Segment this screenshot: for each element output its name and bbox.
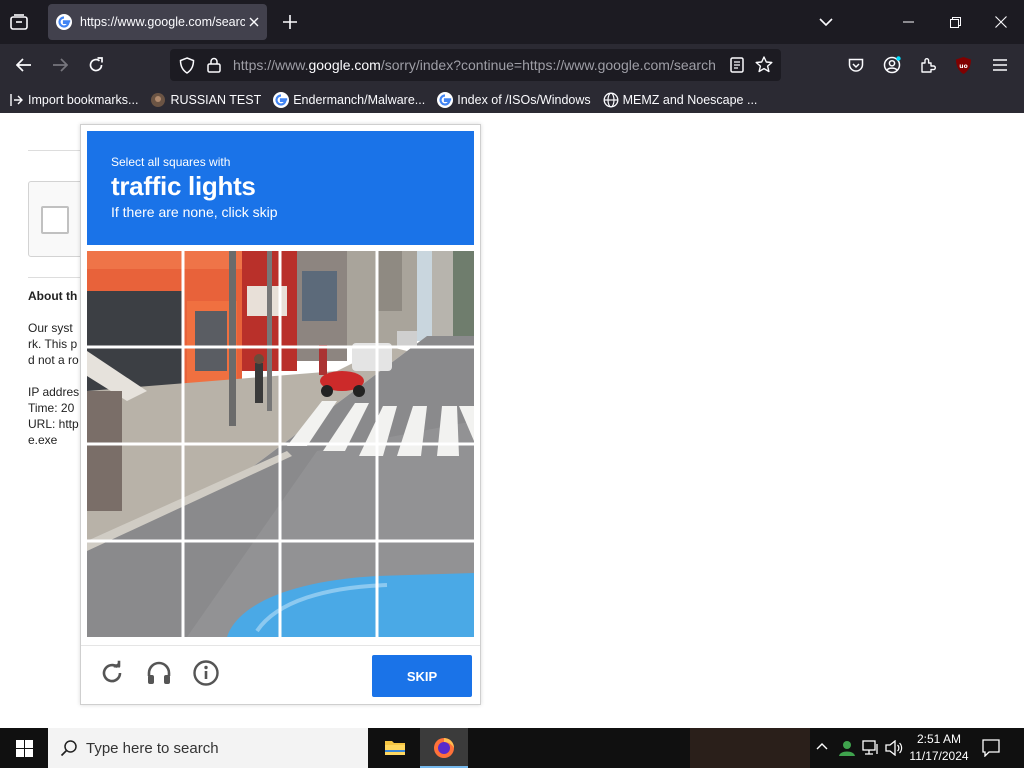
extensions-icon[interactable] — [918, 55, 938, 75]
skip-button[interactable]: SKIP — [372, 655, 472, 697]
recaptcha-anchor-box — [28, 181, 88, 257]
volume-icon[interactable] — [885, 740, 903, 756]
google-icon — [273, 91, 290, 108]
url-text[interactable]: https://www.google.com/sorry/index?conti… — [233, 57, 719, 73]
firefox-icon — [433, 737, 455, 759]
url-domain: google.com — [308, 57, 381, 73]
globe-icon — [603, 92, 619, 108]
shield-icon[interactable] — [179, 57, 195, 74]
page-text-line: Our syst — [28, 321, 73, 335]
start-windows-icon[interactable] — [16, 740, 33, 757]
account-icon[interactable] — [882, 55, 902, 75]
bookmark-star-icon[interactable] — [755, 56, 773, 73]
about-heading: About th — [28, 289, 78, 303]
clock-date: 11/17/2024 — [909, 749, 969, 763]
bookmark-item[interactable]: Endermanch/Malware... — [273, 91, 426, 108]
page-text-line: d not a ro — [28, 353, 79, 367]
minimize-icon[interactable] — [898, 12, 918, 32]
page-text-line: e.exe — [28, 433, 58, 447]
tab-bar: https://www.google.com/searc — [0, 0, 1024, 44]
menu-hamburger-icon[interactable] — [990, 55, 1010, 75]
bookmark-label: Index of /ISOs/Windows — [457, 92, 591, 107]
taskbar-search[interactable]: Type here to search — [48, 728, 368, 768]
navigation-bar: https://www.google.com/sorry/index?conti… — [0, 44, 1024, 86]
challenge-target: traffic lights — [111, 171, 256, 201]
url-suffix: /sorry/index?continue=https://www.google… — [380, 57, 716, 73]
bookmark-item[interactable]: Index of /ISOs/Windows — [437, 91, 591, 108]
page-text-line: IP addres — [28, 385, 80, 399]
recaptcha-challenge: Select all squares with traffic lights I… — [80, 124, 481, 705]
bookmark-label: Import bookmarks... — [28, 92, 139, 107]
user-status-icon[interactable] — [838, 739, 856, 757]
info-icon[interactable] — [193, 660, 219, 686]
list-all-tabs-icon[interactable] — [8, 12, 30, 32]
page-text-line: rk. This p — [28, 337, 78, 351]
bookmark-item[interactable]: MEMZ and Noescape ... — [603, 92, 758, 108]
lock-icon[interactable] — [207, 57, 221, 73]
search-placeholder: Type here to search — [86, 739, 219, 757]
taskbar-background-image — [690, 728, 810, 768]
browser-tab[interactable]: https://www.google.com/searc — [48, 4, 267, 40]
bookmark-label: MEMZ and Noescape ... — [622, 92, 758, 107]
challenge-image-grid — [87, 251, 474, 637]
challenge-header: Select all squares with traffic lights I… — [87, 131, 474, 245]
svg-text:uo: uo — [959, 63, 967, 70]
taskbar-clock[interactable]: 2:51 AM 11/17/2024 — [906, 731, 972, 765]
google-favicon-icon — [56, 14, 72, 30]
firefox-taskbar-button[interactable] — [420, 728, 468, 768]
bookmarks-toolbar: Import bookmarks... RUSSIAN TEST Enderma… — [0, 86, 1024, 113]
clock-time: 2:51 AM — [916, 732, 962, 746]
close-tab-icon[interactable] — [249, 17, 259, 27]
tab-title: https://www.google.com/searc — [80, 15, 245, 29]
challenge-hint: If there are none, click skip — [111, 204, 278, 220]
recaptcha-checkbox[interactable] — [41, 206, 69, 234]
google-icon — [437, 91, 454, 108]
notifications-icon[interactable] — [982, 739, 1000, 757]
bookmark-label: Endermanch/Malware... — [293, 92, 426, 107]
show-hidden-icons-icon[interactable] — [816, 742, 828, 750]
network-icon[interactable] — [862, 740, 880, 756]
close-window-icon[interactable] — [991, 12, 1011, 32]
forward-icon[interactable] — [50, 55, 70, 75]
ublock-origin-icon[interactable]: uo — [953, 55, 973, 75]
address-bar[interactable]: https://www.google.com/sorry/index?conti… — [170, 49, 781, 81]
challenge-footer: SKIP — [81, 645, 480, 705]
challenge-instruction: Select all squares with — [111, 155, 231, 169]
reload-challenge-icon[interactable] — [99, 660, 125, 686]
new-tab-icon[interactable] — [280, 12, 300, 32]
import-icon — [10, 93, 24, 107]
bookmark-item[interactable]: RUSSIAN TEST — [150, 92, 261, 108]
page-text-line: Time: 20 — [28, 401, 75, 415]
audio-challenge-icon[interactable] — [146, 660, 172, 686]
back-icon[interactable] — [14, 55, 34, 75]
bookmark-item[interactable]: Import bookmarks... — [10, 93, 138, 107]
avatar-icon — [150, 92, 166, 108]
pocket-icon[interactable] — [846, 55, 866, 75]
file-explorer-icon[interactable] — [384, 738, 406, 756]
street-scene-image — [87, 251, 474, 637]
chevron-down-icon[interactable] — [816, 12, 836, 32]
divider — [28, 150, 88, 151]
restore-icon[interactable] — [945, 12, 965, 32]
search-icon — [60, 739, 78, 757]
bookmark-label: RUSSIAN TEST — [170, 92, 262, 107]
reload-icon[interactable] — [86, 55, 106, 75]
reader-view-icon[interactable] — [730, 57, 744, 73]
page-text-line: URL: http — [28, 417, 79, 431]
divider — [28, 277, 88, 278]
url-prefix: https://www. — [233, 57, 309, 73]
windows-taskbar: Type here to search 2:51 AM 11/17/2024 — [0, 728, 1024, 768]
